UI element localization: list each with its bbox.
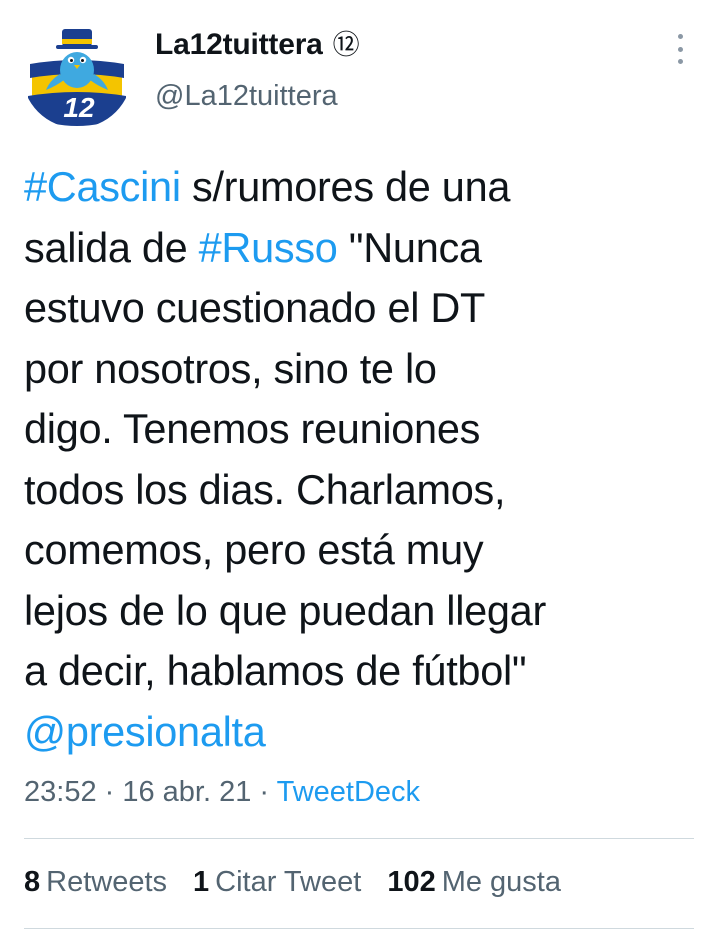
mention-link[interactable]: @presionalta <box>24 708 266 755</box>
stat-quote-tweets[interactable]: 1 Citar Tweet <box>193 866 361 899</box>
tweet-date[interactable]: 16 abr. 21 <box>122 776 251 808</box>
hashtag-link[interactable]: #Russo <box>199 224 338 271</box>
tweet-meta: 23:52 · 16 abr. 21 · TweetDeck <box>24 776 420 809</box>
tweet-text-line: @presionalta <box>24 702 694 763</box>
hashtag-link[interactable]: #Cascini <box>24 163 181 210</box>
more-options-icon[interactable] <box>668 34 692 64</box>
tweet-source-link[interactable]: TweetDeck <box>277 776 420 808</box>
tweet-text-line: comemos, pero está muy <box>24 520 694 581</box>
tweet-text-segment: "Nunca <box>337 223 482 271</box>
meta-separator: · <box>96 776 123 808</box>
tweet-text-line: salida de #Russo "Nunca <box>24 218 694 279</box>
tweet-text: #Cascini s/rumores de una salida de #Russ… <box>24 157 694 762</box>
tweet-stats: 8 Retweets 1 Citar Tweet 102 Me gusta <box>24 866 561 899</box>
tweet-text-segment: comemos, pero está muy <box>24 526 484 573</box>
tweet-card: 12 La12tuittera ⑫ @La12tuittera #Cascini… <box>0 0 719 932</box>
avatar[interactable]: 12 <box>22 18 132 128</box>
tweet-text-segment: estuvo cuestionado el DT <box>24 284 486 331</box>
author-display-name[interactable]: La12tuittera <box>155 28 323 62</box>
author-name-row: La12tuittera ⑫ <box>155 28 360 62</box>
tweet-text-segment: s/rumores de una <box>180 163 511 210</box>
avatar-bird-icon: 12 <box>22 18 132 128</box>
avatar-number: 12 <box>63 92 95 123</box>
tweet-text-segment: lejos de lo que puedan llegar <box>24 586 546 634</box>
tweet-time[interactable]: 23:52 <box>24 776 97 808</box>
tweet-text-line: todos los dias. Charlamos, <box>24 460 694 521</box>
quote-tweets-label: Citar Tweet <box>215 866 362 898</box>
stat-likes[interactable]: 102 Me gusta <box>387 866 561 899</box>
tweet-text-segment: digo. Tenemos reuniones <box>24 405 481 452</box>
likes-count: 102 <box>387 866 436 898</box>
tweet-text-segment: por nosotros, sino te lo <box>24 344 437 392</box>
likes-label: Me gusta <box>441 866 561 898</box>
tweet-text-line: por nosotros, sino te lo <box>24 339 694 400</box>
meta-separator-2: · <box>251 776 277 808</box>
divider-bottom <box>24 928 694 929</box>
tweet-text-segment: todos los dias. Charlamos, <box>24 465 506 513</box>
tweet-text-line: a decir, hablamos de fútbol" <box>24 641 694 702</box>
circled-twelve-badge: ⑫ <box>332 29 360 60</box>
tweet-text-line: estuvo cuestionado el DT <box>24 278 694 339</box>
author-handle[interactable]: @La12tuittera <box>155 80 338 113</box>
stat-retweets[interactable]: 8 Retweets <box>24 866 167 899</box>
tweet-text-line: #Cascini s/rumores de una <box>24 157 694 218</box>
tweet-text-segment: a decir, hablamos de fútbol" <box>24 647 527 694</box>
tweet-text-segment: salida de <box>24 223 199 271</box>
divider-top <box>24 838 694 839</box>
tweet-text-line: lejos de lo que puedan llegar <box>24 581 694 642</box>
retweets-count: 8 <box>24 866 41 898</box>
quote-tweets-count: 1 <box>193 866 210 898</box>
retweets-label: Retweets <box>46 866 168 898</box>
tweet-text-line: digo. Tenemos reuniones <box>24 399 694 460</box>
